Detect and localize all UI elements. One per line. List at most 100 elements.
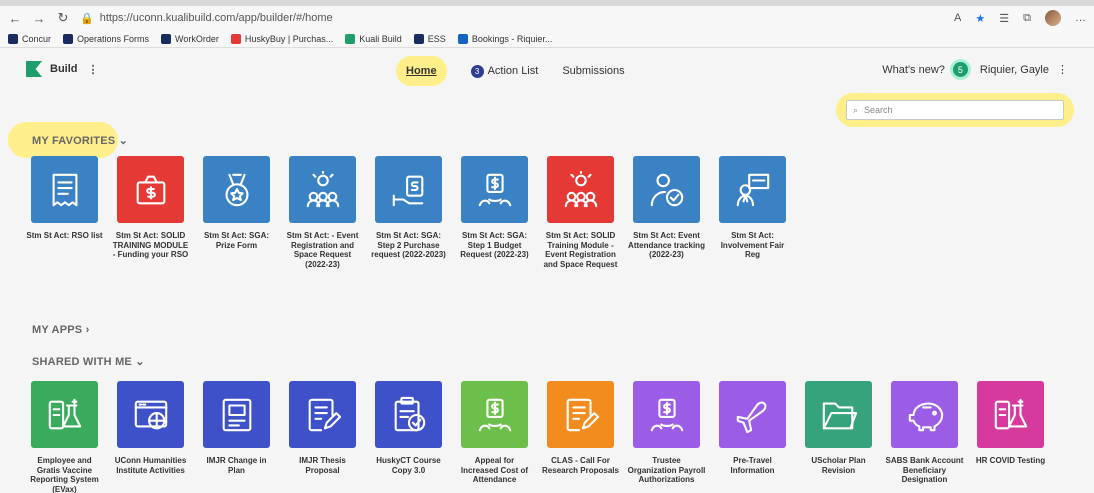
back-icon[interactable]: ← <box>8 11 22 26</box>
favorite-tile-label[interactable]: Stm St Act: SGA: Step 1 Budget Request (… <box>456 231 534 260</box>
favorite-tile-label[interactable]: Stm St Act: SOLID TRAINING MODULE - Fund… <box>112 231 190 260</box>
document-icon[interactable] <box>203 381 270 448</box>
edit-document-icon[interactable] <box>547 381 614 448</box>
shared-tile-label[interactable]: IMJR Change in Plan <box>198 456 276 475</box>
shared-tile-label[interactable]: UConn Humanities Institute Activities <box>112 456 190 475</box>
shared-tile-label[interactable]: SABS Bank Account Beneficiary Designatio… <box>886 456 964 485</box>
action-count-badge: 3 <box>470 64 484 78</box>
bookmark-operations-forms[interactable]: Operations Forms <box>63 33 149 44</box>
brand[interactable]: Build ⋮ <box>26 61 99 77</box>
favorite-tile-label[interactable]: Stm St Act: SGA: Step 2 Purchase request… <box>370 231 448 260</box>
lab-icon[interactable] <box>31 381 98 448</box>
user-name[interactable]: Riquier, Gayle <box>980 64 1049 76</box>
bookmark-bookings[interactable]: Bookings - Riquier... <box>457 33 553 44</box>
money-bag-icon[interactable] <box>117 156 184 223</box>
budget-icon[interactable] <box>633 381 700 448</box>
shared-tile[interactable]: IMJR Change in Plan <box>203 381 270 493</box>
folder-icon[interactable] <box>805 381 872 448</box>
idea-group-icon[interactable] <box>547 156 614 223</box>
airplane-icon[interactable] <box>719 381 786 448</box>
shared-tile[interactable]: Employee and Gratis Vaccine Reporting Sy… <box>30 381 99 493</box>
clipboard-check-icon[interactable] <box>375 381 442 448</box>
read-aloud-icon[interactable]: A <box>954 12 961 24</box>
shared-tile-label[interactable]: Appeal for Increased Cost of Attendance <box>456 456 534 485</box>
favorite-tile[interactable]: Stm St Act: SOLID TRAINING MODULE - Fund… <box>113 156 188 269</box>
shared-tile-label[interactable]: HR COVID Testing <box>972 456 1050 466</box>
favorite-tile[interactable]: Stm St Act: Event Attendance tracking (2… <box>628 156 705 269</box>
nav-home[interactable]: Home <box>396 56 447 86</box>
favorites-heading[interactable]: MY FAVORITES ⌄ <box>32 134 128 147</box>
search-input[interactable]: ⌕ Search <box>846 100 1064 120</box>
idea-group-icon[interactable] <box>289 156 356 223</box>
shared-tile[interactable]: SABS Bank Account Beneficiary Designatio… <box>886 381 963 493</box>
nav-action-list[interactable]: 3 Action List <box>470 64 538 78</box>
shared-tile-label[interactable]: Employee and Gratis Vaccine Reporting Sy… <box>26 456 104 493</box>
favorite-tile-label[interactable]: Stm St Act: - Event Registration and Spa… <box>284 231 362 269</box>
profile-avatar[interactable] <box>1045 10 1061 26</box>
favorite-tile[interactable]: Stm St Act: Involvement Fair Reg <box>719 156 786 269</box>
favorite-tile[interactable]: Stm St Act: SGA: Prize Form <box>203 156 270 269</box>
bookmark-ess[interactable]: ESS <box>413 33 446 44</box>
shared-tile[interactable]: UConn Humanities Institute Activities <box>115 381 186 493</box>
favorite-tile-label[interactable]: Stm St Act: RSO list <box>26 231 104 241</box>
url-text[interactable]: https://uconn.kualibuild.com/app/builder… <box>100 12 333 24</box>
favorite-tile[interactable]: Stm St Act: SGA: Step 2 Purchase request… <box>371 156 446 269</box>
shared-tile-label[interactable]: IMJR Thesis Proposal <box>284 456 362 475</box>
bookmark-huskybuy[interactable]: HuskyBuy | Purchas... <box>230 33 333 44</box>
collections-icon[interactable]: ⧉ <box>1023 12 1031 25</box>
address-bar[interactable]: 🔒 https://uconn.kualibuild.com/app/build… <box>80 12 944 25</box>
favorite-tile[interactable]: Stm St Act: SGA: Step 1 Budget Request (… <box>460 156 529 269</box>
medal-icon[interactable] <box>203 156 270 223</box>
bookmark-label: Kuali Build <box>359 33 402 44</box>
bookmark-concur[interactable]: Concur <box>8 33 51 44</box>
budget-icon[interactable] <box>461 156 528 223</box>
hand-money-icon[interactable] <box>375 156 442 223</box>
bookmark-kuali-build[interactable]: Kuali Build <box>345 33 402 44</box>
bookmark-workorder[interactable]: WorkOrder <box>161 33 219 44</box>
forward-icon[interactable]: → <box>32 11 46 26</box>
shared-tile-label[interactable]: Pre-Travel Information <box>714 456 792 475</box>
user-menu-icon[interactable]: ⋮ <box>1057 63 1068 76</box>
favorite-tile[interactable]: Stm St Act: SOLID Training Module - Even… <box>544 156 617 269</box>
search-icon: ⌕ <box>853 104 859 115</box>
shared-tile[interactable]: Trustee Organization Payroll Authorizati… <box>628 381 705 493</box>
favorite-tile[interactable]: Stm St Act: - Event Registration and Spa… <box>287 156 358 269</box>
people-presentation-icon[interactable] <box>719 156 786 223</box>
my-apps-heading[interactable]: MY APPS › <box>32 324 89 336</box>
favorite-star-icon[interactable]: ★ <box>975 12 985 25</box>
brand-menu-icon[interactable]: ⋮ <box>88 63 99 76</box>
shared-tile[interactable]: Appeal for Increased Cost of Attendance <box>461 381 528 493</box>
shared-tile-label[interactable]: HuskyCT Course Copy 3.0 <box>370 456 448 475</box>
person-check-icon[interactable] <box>633 156 700 223</box>
shared-tile[interactable]: UScholar Plan Revision <box>805 381 872 493</box>
edit-document-icon[interactable] <box>289 381 356 448</box>
lab-icon[interactable] <box>977 381 1044 448</box>
shared-tile-label[interactable]: CLAS - Call For Research Proposals <box>542 456 620 475</box>
receipt-icon[interactable] <box>31 156 98 223</box>
shared-heading[interactable]: SHARED WITH ME ⌄ <box>32 355 145 368</box>
shared-tile-label[interactable]: Trustee Organization Payroll Authorizati… <box>628 456 706 485</box>
shared-tile[interactable]: CLAS - Call For Research Proposals <box>542 381 619 493</box>
web-icon[interactable] <box>117 381 184 448</box>
refresh-icon[interactable]: ↻ <box>56 10 70 26</box>
more-icon[interactable]: … <box>1075 12 1086 24</box>
user-area: What's new? 5 Riquier, Gayle ⋮ <box>882 62 1068 77</box>
nav-submissions[interactable]: Submissions <box>562 65 624 77</box>
favorites-heading-label: MY FAVORITES <box>32 135 116 147</box>
favorite-tile-label[interactable]: Stm St Act: SOLID Training Module - Even… <box>542 231 620 269</box>
favorite-tile-label[interactable]: Stm St Act: Event Attendance tracking (2… <box>628 231 706 260</box>
shared-tile[interactable]: Pre-Travel Information <box>719 381 786 493</box>
favorite-tile-label[interactable]: Stm St Act: SGA: Prize Form <box>198 231 276 250</box>
shared-tile[interactable]: HuskyCT Course Copy 3.0 <box>375 381 442 493</box>
bookmark-label: Bookings - Riquier... <box>471 33 553 44</box>
whats-new-link[interactable]: What's new? <box>882 64 945 76</box>
shared-tile[interactable]: IMJR Thesis Proposal <box>289 381 356 493</box>
budget-icon[interactable] <box>461 381 528 448</box>
piggy-bank-icon[interactable] <box>891 381 958 448</box>
favorite-tile[interactable]: Stm St Act: RSO list <box>26 156 103 269</box>
favorites-list-icon[interactable]: ☰ <box>999 12 1009 25</box>
shared-tile-label[interactable]: UScholar Plan Revision <box>800 456 878 475</box>
favorite-tile-label[interactable]: Stm St Act: Involvement Fair Reg <box>714 231 792 260</box>
shared-tile[interactable]: HR COVID Testing <box>976 381 1045 493</box>
whats-new-badge[interactable]: 5 <box>952 62 968 77</box>
